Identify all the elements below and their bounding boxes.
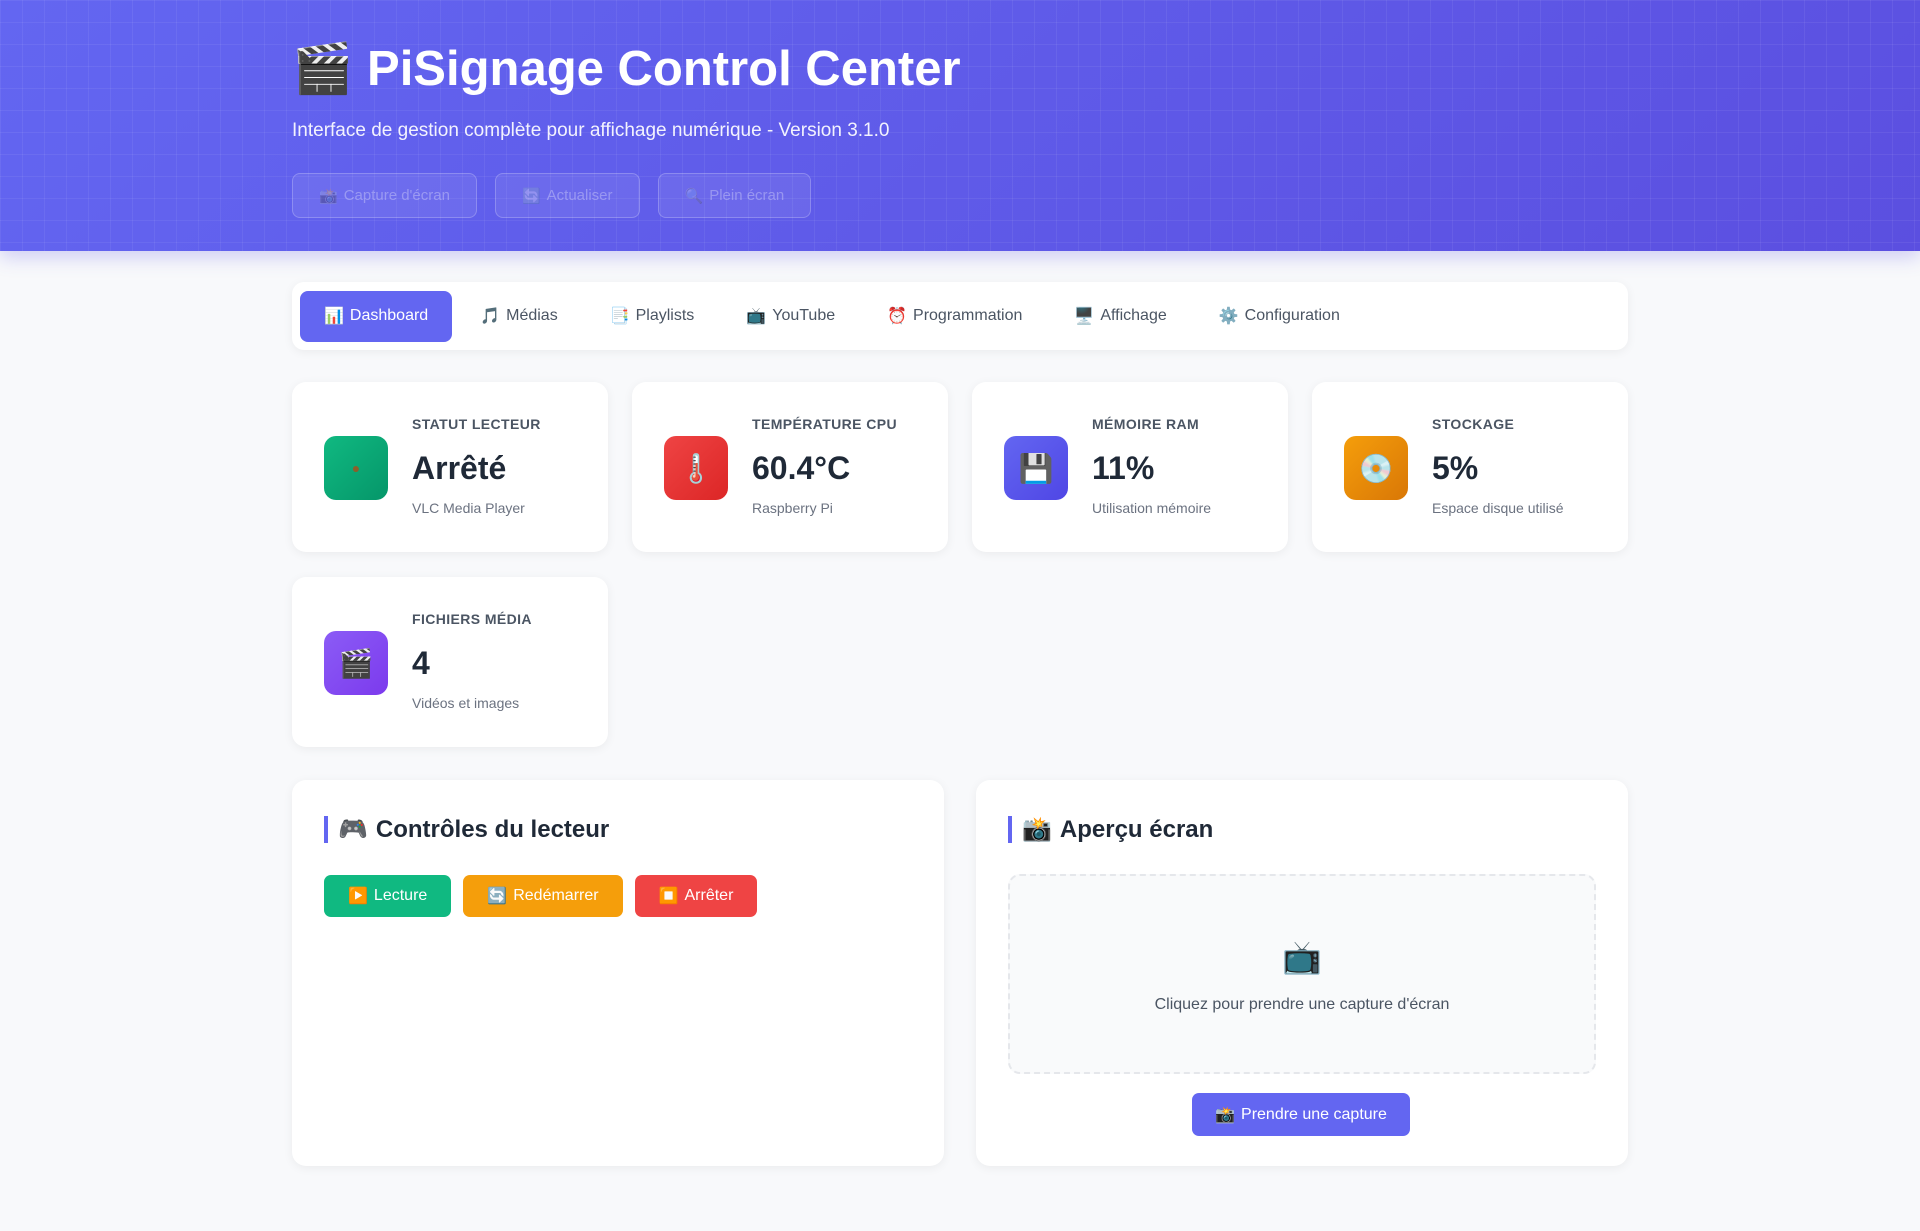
refresh-icon: 🔄 (521, 187, 541, 205)
main-content: 📊 Dashboard 🎵 Médias 📑 Playlists 📺 YouTu… (292, 282, 1628, 1166)
stop-icon: ⏹️ (658, 888, 679, 905)
tab-bar: 📊 Dashboard 🎵 Médias 📑 Playlists 📺 YouTu… (292, 282, 1628, 350)
app-title-text: PiSignage Control Center (367, 41, 961, 96)
tab-label: Programmation (913, 307, 1023, 324)
alarm-clock-icon: ⏰ (887, 308, 908, 325)
take-capture-button[interactable]: 📸 Prendre une capture (1192, 1093, 1410, 1136)
panel-title-text: Aperçu écran (1059, 815, 1214, 843)
tab-label: Playlists (635, 307, 695, 324)
camera-icon: 📸 (319, 187, 338, 205)
stat-subtext: Vidéos et images (412, 695, 520, 711)
tab-youtube[interactable]: 📺 YouTube (722, 291, 859, 342)
monitor-icon: 🖥️ (1074, 308, 1095, 325)
stat-value: 11% (1092, 450, 1155, 486)
bookmark-tabs-icon: 📑 (609, 308, 630, 325)
app-subtitle: Interface de gestion complète pour affic… (292, 120, 890, 141)
tab-label: Configuration (1244, 307, 1340, 324)
panel-title: 🎮 Contrôles du lecteur (324, 816, 609, 843)
stat-subtext: VLC Media Player (412, 500, 525, 516)
gamepad-icon: 🎮 (338, 816, 368, 843)
preview-placeholder-text: Cliquez pour prendre une capture d'écran (1154, 996, 1450, 1013)
panel-title-text: Contrôles du lecteur (375, 815, 610, 843)
play-button-label: Lecture (373, 887, 428, 904)
tab-label: Affichage (1100, 307, 1167, 324)
stat-card-storage: 💿 STOCKAGE 5% Espace disque utilisé (1312, 382, 1628, 552)
tab-label: YouTube (772, 307, 836, 324)
app-title: 🎬 PiSignage Control Center (292, 40, 961, 97)
clapper-icon: 🎬 (292, 42, 354, 96)
fullscreen-button[interactable]: 🔍 Plein écran (657, 173, 812, 218)
tab-label: Médias (506, 307, 558, 324)
screenshot-button[interactable]: 📸 Capture d'écran (292, 173, 477, 218)
floppy-disk-icon: 💾 (1004, 436, 1068, 500)
screenshot-preview-area[interactable]: 📺 Cliquez pour prendre une capture d'écr… (1008, 874, 1596, 1074)
tab-dashboard[interactable]: 📊 Dashboard (300, 290, 453, 342)
stat-card-media-files: 🎬 FICHIERS MÉDIA 4 Vidéos et images (292, 577, 608, 747)
stat-card-player-status: ● STATUT LECTEUR Arrêté VLC Media Player (292, 382, 608, 552)
clapper-icon: 🎬 (324, 631, 388, 695)
stop-button-label: Arrêter (684, 887, 734, 904)
stat-label: TEMPÉRATURE CPU (752, 416, 897, 432)
tab-medias[interactable]: 🎵 Médias (456, 291, 582, 342)
screenshot-button-label: Capture d'écran (343, 187, 450, 204)
fullscreen-button-label: Plein écran (709, 187, 785, 204)
disc-icon: 💿 (1344, 436, 1408, 500)
take-capture-button-label: Prendre une capture (1241, 1105, 1387, 1123)
stat-subtext: Espace disque utilisé (1432, 500, 1564, 516)
restart-button-label: Redémarrer (513, 887, 599, 904)
stat-card-cpu-temperature: 🌡️ TEMPÉRATURE CPU 60.4°C Raspberry Pi (632, 382, 948, 552)
stat-card-ram: 💾 MÉMOIRE RAM 11% Utilisation mémoire (972, 382, 1288, 552)
play-icon: ▶️ (348, 888, 368, 905)
tab-configuration[interactable]: ⚙️ Configuration (1195, 291, 1364, 342)
control-buttons: ▶️ Lecture 🔄 Redémarrer ⏹️ Arrêter (324, 875, 758, 917)
stat-value: Arrêté (412, 450, 507, 486)
television-icon: 📺 (1282, 939, 1322, 975)
camera-icon: 📸 (1022, 816, 1052, 843)
stat-label: STOCKAGE (1432, 416, 1515, 432)
refresh-icon: 🔄 (487, 888, 508, 905)
header-actions: 📸 Capture d'écran 🔄 Actualiser 🔍 Plein é… (292, 173, 812, 218)
refresh-button[interactable]: 🔄 Actualiser (494, 173, 640, 218)
stat-subtext: Raspberry Pi (752, 500, 833, 516)
stat-value: 4 (412, 645, 430, 681)
tab-affichage[interactable]: 🖥️ Affichage (1050, 291, 1190, 342)
status-dot-glyph: ● (351, 460, 361, 476)
panel-title: 📸 Aperçu écran (1008, 816, 1213, 843)
stat-label: FICHIERS MÉDIA (412, 611, 532, 627)
app-header: 🎬 PiSignage Control Center Interface de … (0, 0, 1920, 251)
stat-value: 5% (1432, 450, 1479, 486)
magnifier-icon: 🔍 (684, 187, 704, 205)
stat-label: STATUT LECTEUR (412, 416, 541, 432)
refresh-button-label: Actualiser (546, 187, 613, 204)
tab-label: Dashboard (349, 307, 429, 324)
play-button[interactable]: ▶️ Lecture (324, 875, 452, 917)
thermometer-icon: 🌡️ (664, 436, 728, 500)
chart-icon: 📊 (324, 308, 344, 325)
header-content: 🎬 PiSignage Control Center Interface de … (292, 0, 1628, 251)
stat-value: 60.4°C (752, 450, 851, 486)
music-note-icon: 🎵 (480, 308, 501, 325)
tab-programmation[interactable]: ⏰ Programmation (863, 291, 1046, 342)
player-controls-panel: 🎮 Contrôles du lecteur ▶️ Lecture 🔄 Redé… (292, 780, 944, 1166)
stat-subtext: Utilisation mémoire (1092, 500, 1212, 516)
camera-icon: 📸 (1215, 1106, 1236, 1124)
restart-button[interactable]: 🔄 Redémarrer (463, 875, 623, 917)
gear-icon: ⚙️ (1218, 308, 1239, 325)
stat-label: MÉMOIRE RAM (1092, 416, 1200, 432)
stop-button[interactable]: ⏹️ Arrêter (634, 875, 758, 917)
status-dot-icon: ● (324, 436, 388, 500)
screen-preview-panel: 📸 Aperçu écran 📺 Cliquez pour prendre un… (976, 780, 1628, 1166)
television-icon: 📺 (746, 308, 767, 325)
tab-playlists[interactable]: 📑 Playlists (586, 291, 719, 342)
